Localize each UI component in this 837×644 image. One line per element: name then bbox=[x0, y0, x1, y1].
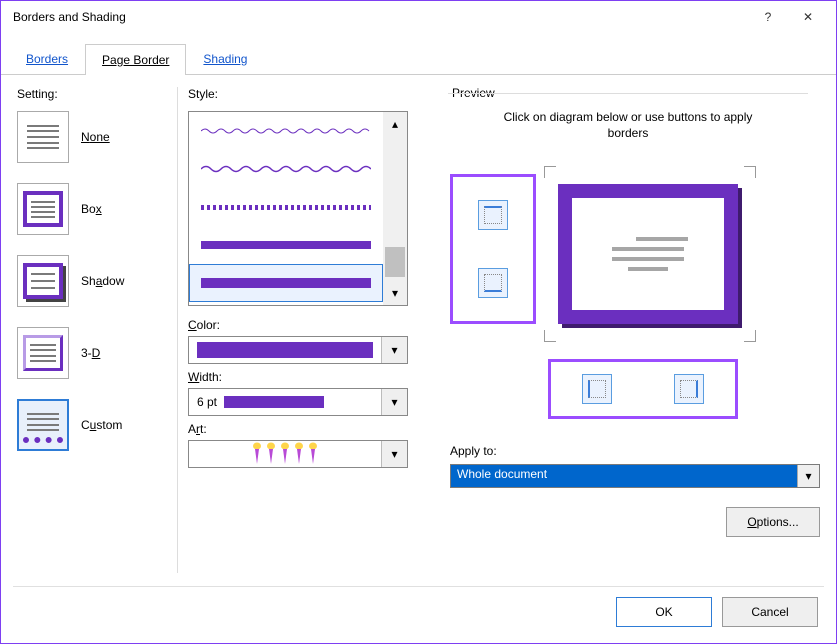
setting-shadow-icon bbox=[17, 255, 69, 307]
style-option-2[interactable] bbox=[189, 150, 383, 188]
setting-none-label: None bbox=[81, 130, 110, 144]
border-bottom-button[interactable] bbox=[478, 268, 508, 298]
options-button[interactable]: Options... bbox=[726, 507, 820, 537]
close-icon: ✕ bbox=[803, 10, 813, 24]
art-dropdown[interactable]: ▾ bbox=[188, 440, 408, 468]
window-title: Borders and Shading bbox=[9, 10, 748, 24]
setting-3d-icon bbox=[17, 327, 69, 379]
style-option-1[interactable] bbox=[189, 112, 383, 150]
setting-box-icon bbox=[17, 183, 69, 235]
art-label: Art: bbox=[188, 422, 428, 436]
setting-3d[interactable]: 3-D bbox=[17, 327, 167, 379]
border-right-button[interactable] bbox=[674, 374, 704, 404]
width-label: Width: bbox=[188, 370, 428, 384]
scroll-thumb[interactable] bbox=[385, 247, 405, 277]
preview-hint: Click on diagram below or use buttons to… bbox=[488, 110, 768, 141]
tab-strip: Borders Page Border Shading bbox=[1, 33, 836, 75]
tab-page-border[interactable]: Page Border bbox=[85, 44, 186, 75]
apply-to-value: Whole document bbox=[451, 465, 797, 487]
chevron-down-icon[interactable]: ▾ bbox=[381, 441, 407, 467]
crop-mark bbox=[544, 330, 556, 342]
setting-custom[interactable]: Custom bbox=[17, 399, 167, 451]
setting-shadow[interactable]: Shadow bbox=[17, 255, 167, 307]
crop-mark bbox=[744, 166, 756, 178]
setting-custom-icon bbox=[17, 399, 69, 451]
border-top-button[interactable] bbox=[478, 200, 508, 230]
crop-mark bbox=[544, 166, 556, 178]
style-option-3[interactable] bbox=[189, 188, 383, 226]
setting-column: Setting: None Box Shadow 3-D bbox=[17, 87, 167, 573]
divider-1 bbox=[177, 87, 178, 573]
setting-title: Setting: bbox=[17, 87, 167, 101]
tab-shading[interactable]: Shading bbox=[186, 43, 264, 74]
color-label: Color: bbox=[188, 318, 428, 332]
close-button[interactable]: ✕ bbox=[788, 3, 828, 31]
crop-mark bbox=[744, 330, 756, 342]
scroll-down-icon[interactable]: ▾ bbox=[383, 281, 407, 305]
width-dropdown[interactable]: 6 pt ▾ bbox=[188, 388, 408, 416]
scroll-up-icon[interactable]: ▴ bbox=[383, 112, 407, 136]
tab-borders[interactable]: Borders bbox=[9, 43, 85, 74]
preview-left-buttons-group bbox=[450, 174, 536, 324]
footer-separator bbox=[13, 586, 824, 587]
chevron-down-icon[interactable]: ▾ bbox=[797, 465, 819, 487]
setting-custom-label: Custom bbox=[81, 418, 122, 432]
help-icon: ? bbox=[765, 10, 772, 24]
style-option-4[interactable] bbox=[189, 226, 383, 264]
scroll-track[interactable] bbox=[383, 136, 407, 281]
setting-shadow-label: Shadow bbox=[81, 274, 124, 288]
color-dropdown[interactable]: ▾ bbox=[188, 336, 408, 364]
border-left-button[interactable] bbox=[582, 374, 612, 404]
footer-buttons: OK Cancel bbox=[616, 597, 818, 627]
chevron-down-icon[interactable]: ▾ bbox=[381, 389, 407, 415]
style-title: Style: bbox=[188, 87, 428, 101]
setting-3d-label: 3-D bbox=[81, 346, 100, 360]
preview-column: Preview Click on diagram below or use bu… bbox=[428, 87, 808, 573]
title-bar: Borders and Shading ? ✕ bbox=[1, 1, 836, 33]
setting-box[interactable]: Box bbox=[17, 183, 167, 235]
preview-area: Click on diagram below or use buttons to… bbox=[448, 93, 808, 453]
cancel-button[interactable]: Cancel bbox=[722, 597, 818, 627]
style-scrollbar[interactable]: ▴ ▾ bbox=[383, 112, 407, 305]
setting-none[interactable]: None bbox=[17, 111, 167, 163]
preview-bottom-buttons-group bbox=[548, 359, 738, 419]
apply-to-dropdown[interactable]: Whole document ▾ bbox=[450, 464, 820, 488]
style-column: Style: ▴ ▾ Color: ▾ Width: 6 pt ▾ bbox=[188, 87, 428, 573]
color-value bbox=[189, 337, 381, 363]
apply-to-label: Apply to: bbox=[450, 444, 497, 458]
setting-none-icon bbox=[17, 111, 69, 163]
help-button[interactable]: ? bbox=[748, 3, 788, 31]
width-value: 6 pt bbox=[189, 389, 381, 415]
style-option-5[interactable] bbox=[189, 264, 383, 302]
art-value bbox=[189, 441, 381, 467]
style-listbox[interactable]: ▴ ▾ bbox=[188, 111, 408, 306]
ok-button[interactable]: OK bbox=[616, 597, 712, 627]
preview-page-diagram[interactable] bbox=[558, 184, 738, 324]
setting-box-label: Box bbox=[81, 202, 102, 216]
chevron-down-icon[interactable]: ▾ bbox=[381, 337, 407, 363]
